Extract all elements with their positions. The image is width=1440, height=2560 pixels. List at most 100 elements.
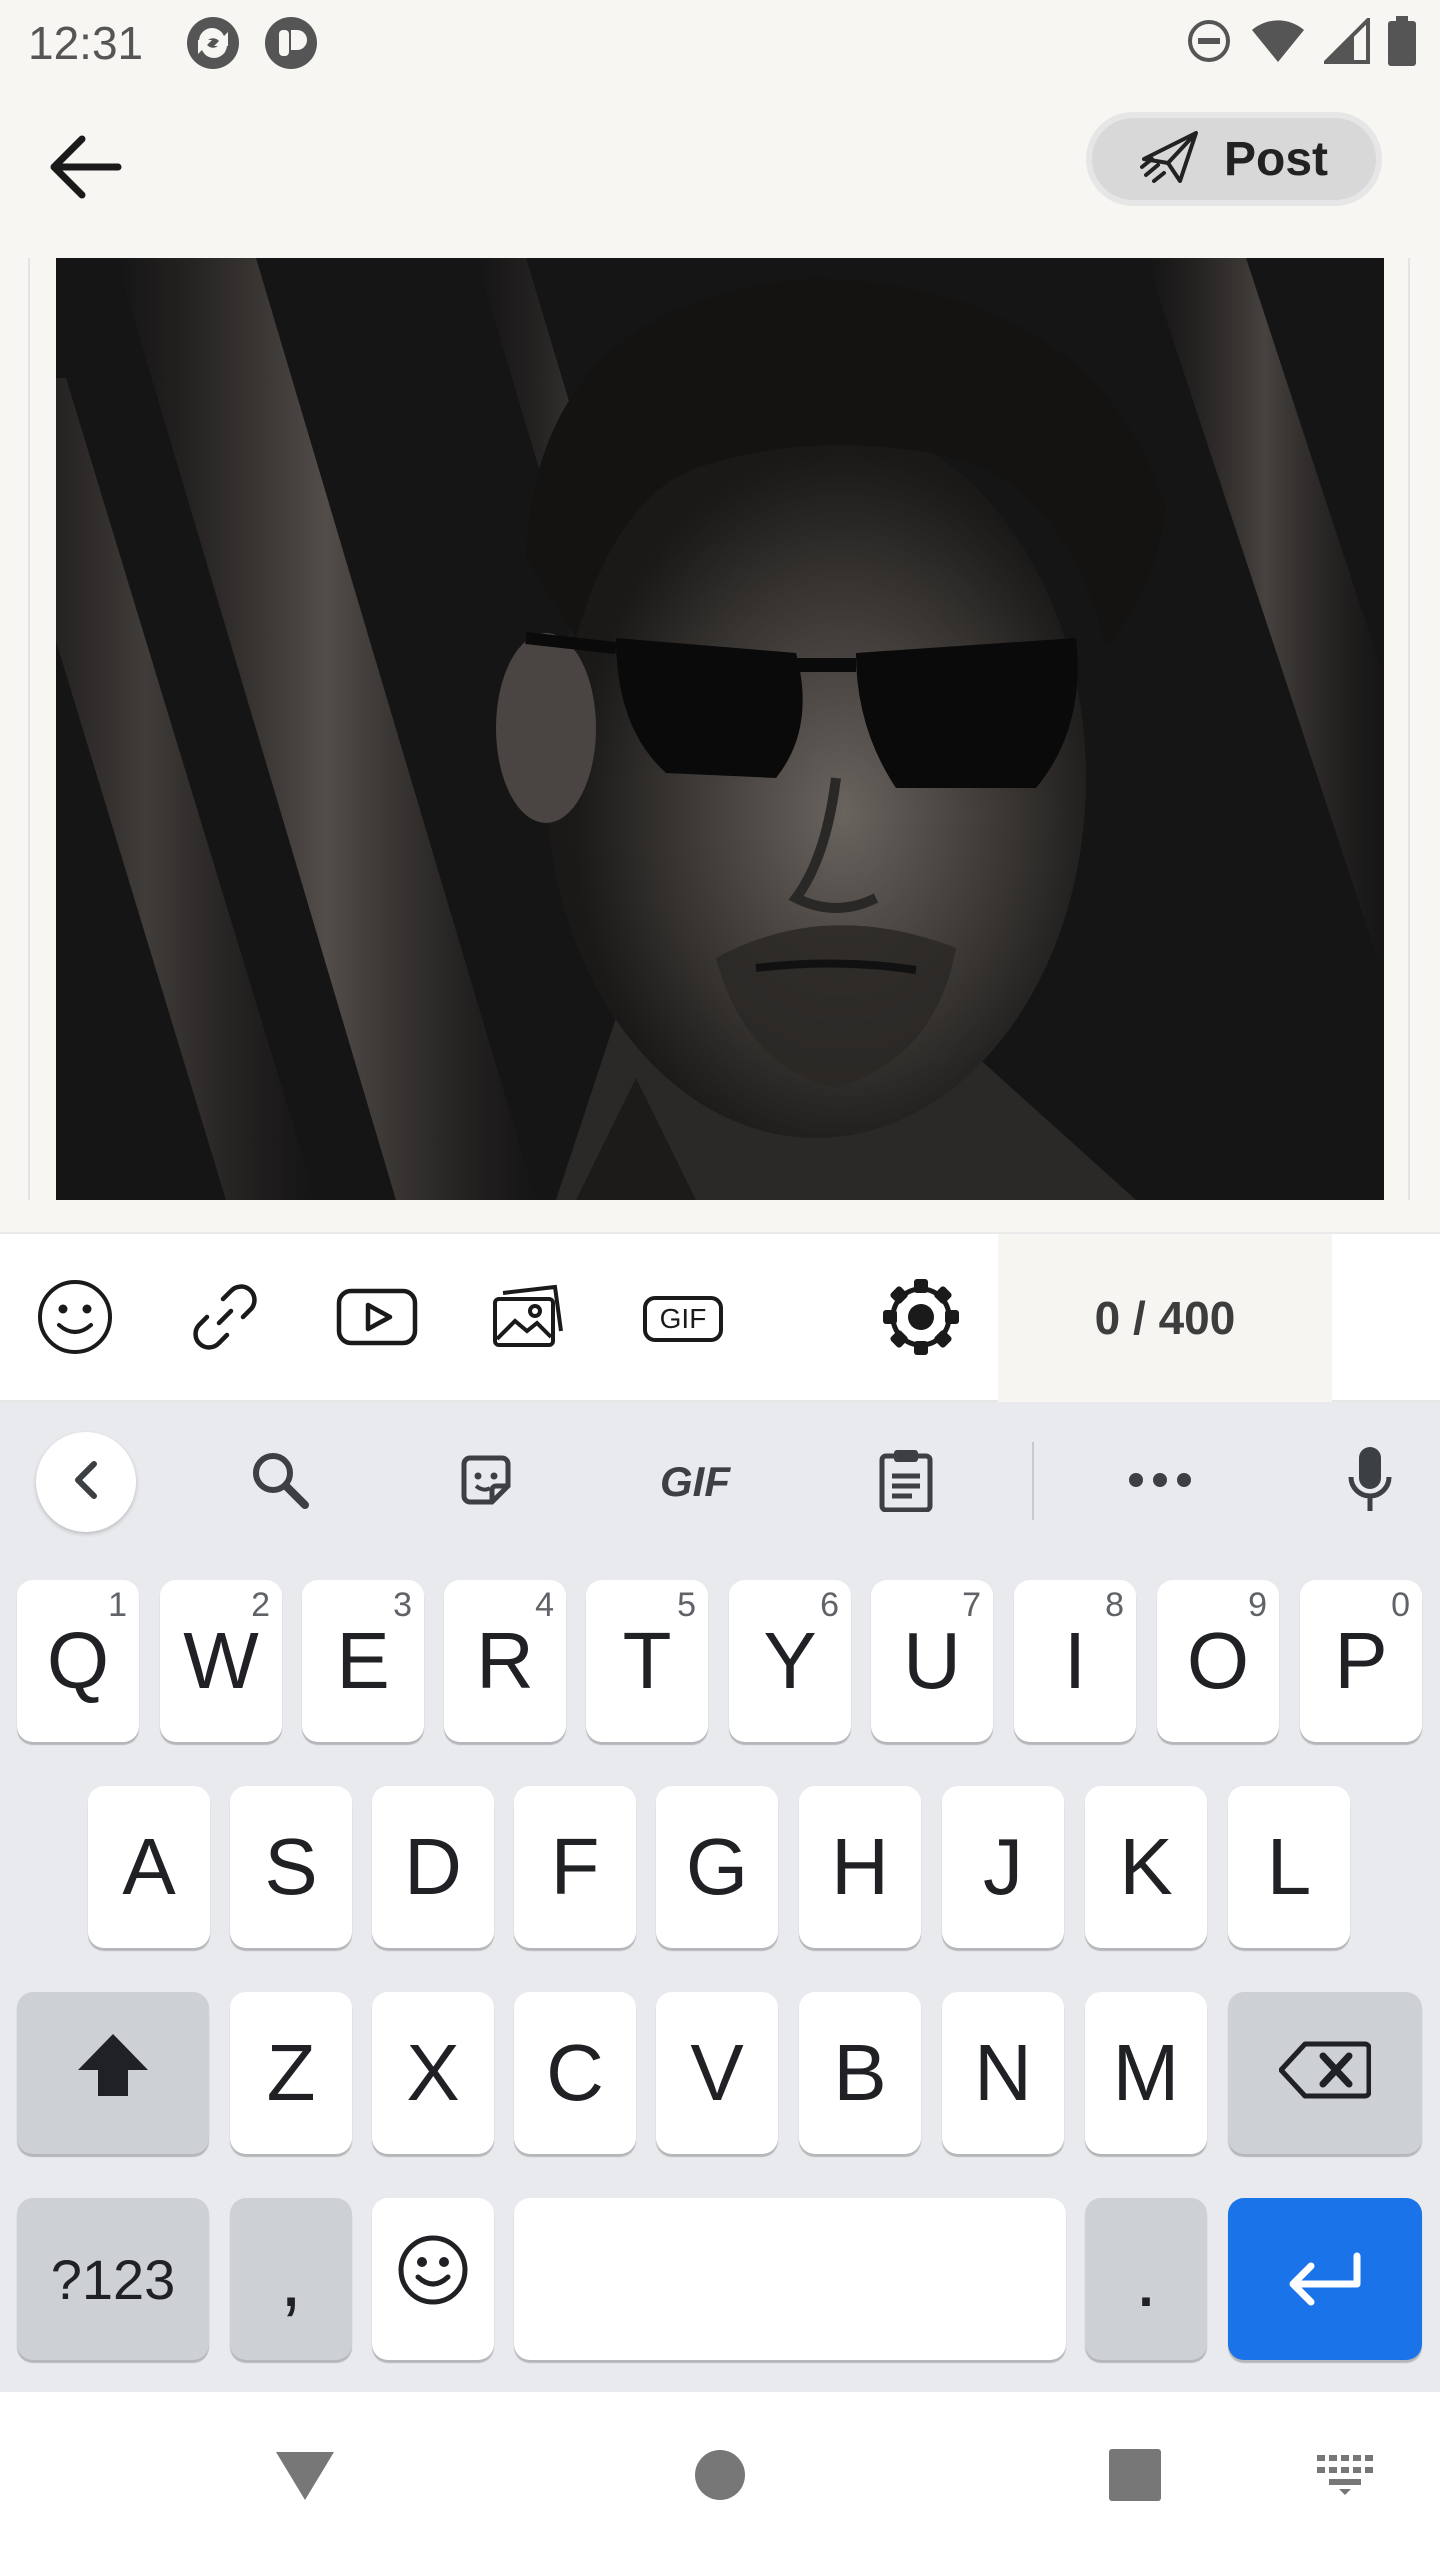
space-key[interactable] bbox=[514, 2198, 1066, 2360]
key-label: O bbox=[1186, 1616, 1250, 1705]
key-a[interactable]: A bbox=[88, 1786, 210, 1948]
key-label: . bbox=[1134, 2234, 1158, 2323]
character-counter: 0 / 400 bbox=[998, 1234, 1332, 1402]
key-label: U bbox=[903, 1616, 961, 1705]
nav-home-button[interactable] bbox=[675, 2432, 765, 2522]
nav-back-button[interactable] bbox=[260, 2432, 350, 2522]
key-label: V bbox=[690, 2028, 744, 2117]
key-label: Z bbox=[266, 2028, 316, 2117]
key-l[interactable]: L bbox=[1228, 1786, 1350, 1948]
settings-button[interactable] bbox=[876, 1274, 966, 1364]
period-key[interactable]: . bbox=[1085, 2198, 1207, 2360]
symbols-key[interactable]: ?123 bbox=[17, 2198, 209, 2360]
enter-key[interactable] bbox=[1228, 2198, 1422, 2360]
key-label: I bbox=[1063, 1616, 1087, 1705]
key-i[interactable]: I8 bbox=[1014, 1580, 1136, 1742]
key-t[interactable]: T5 bbox=[586, 1580, 708, 1742]
app-notification-icon bbox=[186, 16, 240, 70]
keyboard-suggestion-strip: GIF bbox=[0, 1402, 1440, 1560]
image-gallery-icon bbox=[491, 1283, 567, 1355]
post-button[interactable]: Post bbox=[1086, 112, 1382, 206]
key-x[interactable]: X bbox=[372, 1992, 494, 2154]
key-v[interactable]: V bbox=[656, 1992, 778, 2154]
back-button[interactable] bbox=[40, 124, 130, 214]
paper-plane-icon bbox=[1139, 129, 1200, 189]
enter-icon bbox=[1285, 2233, 1365, 2325]
key-w[interactable]: W2 bbox=[160, 1580, 282, 1742]
key-hint: 4 bbox=[535, 1586, 554, 1624]
keyboard-voice-button[interactable] bbox=[1320, 1432, 1420, 1532]
key-p[interactable]: P0 bbox=[1300, 1580, 1422, 1742]
backspace-icon bbox=[1278, 2027, 1372, 2119]
key-label: B bbox=[833, 2028, 887, 2117]
emoji-icon bbox=[35, 1277, 115, 1361]
key-d[interactable]: D bbox=[372, 1786, 494, 1948]
nav-keyboard-switch-button[interactable] bbox=[1300, 2432, 1390, 2522]
key-b[interactable]: B bbox=[799, 1992, 921, 2154]
video-button[interactable] bbox=[332, 1274, 422, 1364]
gif-button[interactable]: GIF bbox=[638, 1274, 728, 1364]
key-label: J bbox=[983, 1822, 1023, 1911]
nav-recents-button[interactable] bbox=[1090, 2432, 1180, 2522]
keyboard-strip-divider bbox=[1032, 1442, 1034, 1520]
keyboard-gif-button[interactable]: GIF bbox=[642, 1432, 748, 1532]
emoji-icon bbox=[396, 2233, 470, 2326]
battery-icon bbox=[1388, 16, 1416, 70]
top-bar: Post bbox=[0, 84, 1440, 254]
key-r[interactable]: R4 bbox=[444, 1580, 566, 1742]
key-hint: 2 bbox=[251, 1586, 270, 1624]
post-image[interactable] bbox=[56, 258, 1384, 1200]
back-triangle-icon bbox=[274, 2448, 336, 2506]
key-hint: 9 bbox=[1248, 1586, 1267, 1624]
keyboard-search-button[interactable] bbox=[230, 1432, 330, 1532]
keyboard-clipboard-button[interactable] bbox=[856, 1432, 956, 1532]
settings-icon bbox=[881, 1277, 961, 1361]
key-hint: 6 bbox=[820, 1586, 839, 1624]
key-label: , bbox=[279, 2234, 303, 2323]
emoji-key[interactable] bbox=[372, 2198, 494, 2360]
backspace-key[interactable] bbox=[1228, 1992, 1422, 2154]
key-hint: 3 bbox=[393, 1586, 412, 1624]
clipboard-icon bbox=[878, 1448, 934, 1516]
soft-keyboard: GIF Q1 W2 E3 R4 T5 Y6 U7 I8 O9 P0 A S D … bbox=[0, 1402, 1440, 2392]
key-m[interactable]: M bbox=[1085, 1992, 1207, 2154]
key-f[interactable]: F bbox=[514, 1786, 636, 1948]
key-j[interactable]: J bbox=[942, 1786, 1064, 1948]
key-label: C bbox=[546, 2028, 604, 2117]
do-not-disturb-icon bbox=[1186, 18, 1232, 68]
key-hint: 5 bbox=[677, 1586, 696, 1624]
keyboard-more-button[interactable] bbox=[1110, 1432, 1210, 1532]
emoji-button[interactable] bbox=[30, 1274, 120, 1364]
key-c[interactable]: C bbox=[514, 1992, 636, 2154]
key-q[interactable]: Q1 bbox=[17, 1580, 139, 1742]
key-label: L bbox=[1266, 1822, 1312, 1911]
image-gallery-button[interactable] bbox=[484, 1274, 574, 1364]
key-e[interactable]: E3 bbox=[302, 1580, 424, 1742]
key-y[interactable]: Y6 bbox=[729, 1580, 851, 1742]
key-label: M bbox=[1112, 2028, 1180, 2117]
key-hint: 7 bbox=[962, 1586, 981, 1624]
key-s[interactable]: S bbox=[230, 1786, 352, 1948]
chevron-left-icon bbox=[68, 1458, 104, 1506]
keyboard-sticker-button[interactable] bbox=[436, 1432, 536, 1532]
comma-key[interactable]: , bbox=[230, 2198, 352, 2360]
key-o[interactable]: O9 bbox=[1157, 1580, 1279, 1742]
key-z[interactable]: Z bbox=[230, 1992, 352, 2154]
key-label: T bbox=[622, 1616, 672, 1705]
key-g[interactable]: G bbox=[656, 1786, 778, 1948]
key-u[interactable]: U7 bbox=[871, 1580, 993, 1742]
system-navigation-bar bbox=[0, 2392, 1440, 2560]
status-bar: 12:31 bbox=[0, 0, 1440, 84]
key-n[interactable]: N bbox=[942, 1992, 1064, 2154]
shift-key[interactable] bbox=[17, 1992, 209, 2154]
key-h[interactable]: H bbox=[799, 1786, 921, 1948]
key-label: ?123 bbox=[50, 2247, 176, 2311]
arrow-left-icon bbox=[48, 135, 122, 203]
key-label: W bbox=[183, 1616, 259, 1705]
link-button[interactable] bbox=[180, 1274, 270, 1364]
keyboard-collapse-button[interactable] bbox=[36, 1432, 136, 1532]
video-icon bbox=[336, 1285, 418, 1353]
post-button-label: Post bbox=[1223, 132, 1328, 186]
cellular-signal-icon bbox=[1321, 15, 1370, 68]
key-k[interactable]: K bbox=[1085, 1786, 1207, 1948]
